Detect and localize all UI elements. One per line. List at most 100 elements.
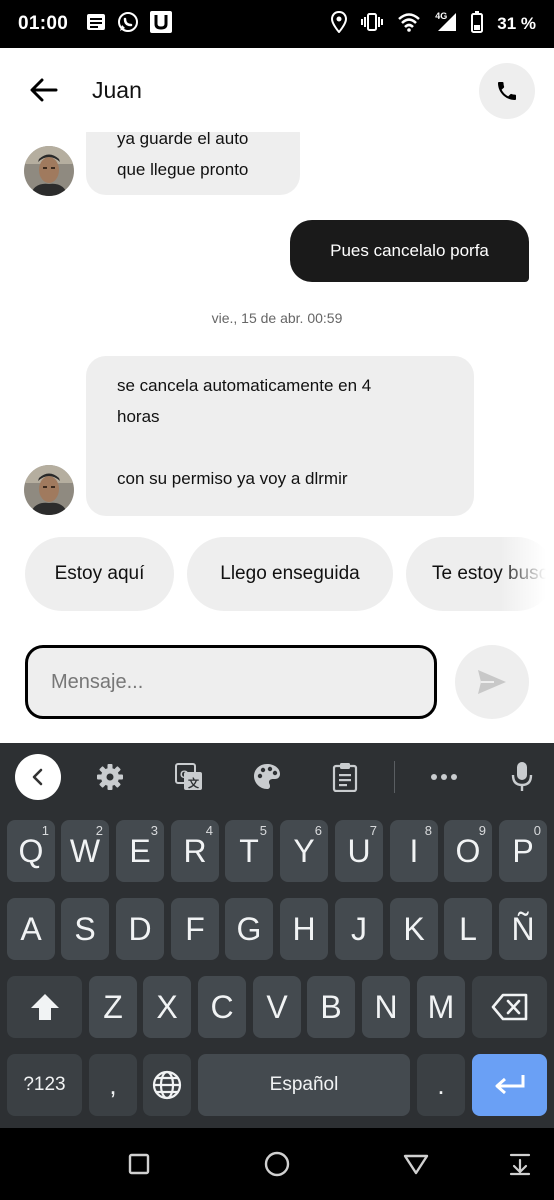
message-text: Pues cancelalo porfa xyxy=(330,241,489,260)
theme-button[interactable] xyxy=(243,753,291,801)
location-icon xyxy=(331,10,348,38)
vibrate-icon xyxy=(361,12,384,37)
avatar xyxy=(24,465,74,515)
back-button[interactable] xyxy=(20,66,68,114)
key-b[interactable]: B xyxy=(307,976,355,1038)
back-nav-button[interactable] xyxy=(396,1144,436,1184)
key-v[interactable]: V xyxy=(253,976,301,1038)
quick-reply-chip[interactable]: Llego enseguida xyxy=(187,537,393,611)
settings-icon xyxy=(97,764,123,790)
key-q[interactable]: Q1 xyxy=(7,820,55,882)
key-a[interactable]: A xyxy=(7,898,55,960)
key-g[interactable]: G xyxy=(225,898,273,960)
call-button[interactable] xyxy=(479,63,535,119)
key-f[interactable]: F xyxy=(171,898,219,960)
quick-reply-label: Estoy aquí xyxy=(54,563,145,584)
network-type: 4G xyxy=(435,11,448,21)
translate-button[interactable]: G文 xyxy=(165,753,213,801)
key-j[interactable]: J xyxy=(335,898,383,960)
key-k[interactable]: K xyxy=(390,898,438,960)
more-options-button[interactable] xyxy=(420,753,468,801)
keyboard: G文 Q1 W2 E3 R4 T5 Y6 U7 I8 O9 P0 A S D F… xyxy=(0,743,554,1128)
key-n[interactable]: N xyxy=(362,976,410,1038)
message-text: ya guarde el auto xyxy=(117,132,249,148)
chat-messages: ya guarde el auto que llegue pronto Pues… xyxy=(0,132,554,732)
notification-shade-button[interactable] xyxy=(500,1144,540,1184)
key-d[interactable]: D xyxy=(116,898,164,960)
recents-icon xyxy=(128,1153,150,1175)
key-enye[interactable]: Ñ xyxy=(499,898,547,960)
collapse-toolbar-button[interactable] xyxy=(15,754,61,800)
enter-icon xyxy=(495,1075,524,1095)
more-icon xyxy=(431,774,457,780)
microphone-icon xyxy=(511,762,533,791)
notification-down-icon xyxy=(509,1153,531,1176)
key-r[interactable]: R4 xyxy=(171,820,219,882)
quick-reply-chip[interactable]: Te estoy buscando xyxy=(406,537,554,611)
key-l[interactable]: L xyxy=(444,898,492,960)
space-key[interactable]: Español xyxy=(198,1054,410,1116)
translate-icon: G文 xyxy=(175,763,202,790)
phone-icon xyxy=(498,82,516,100)
send-icon xyxy=(478,670,506,694)
message-text: se cancela automaticamente en 4 xyxy=(117,376,372,395)
palette-icon xyxy=(254,764,280,789)
contact-name: Juan xyxy=(92,76,142,103)
send-button[interactable] xyxy=(455,645,529,719)
key-o[interactable]: O9 xyxy=(444,820,492,882)
key-i[interactable]: I8 xyxy=(390,820,438,882)
settings-button[interactable] xyxy=(86,753,134,801)
toolbar-divider xyxy=(394,761,395,793)
battery-percent: 31 % xyxy=(497,14,536,33)
keyboard-toolbar: G文 xyxy=(0,743,554,811)
message-text: con su permiso ya voy a dlrmir xyxy=(117,469,348,488)
key-y[interactable]: Y6 xyxy=(280,820,328,882)
chevron-left-icon xyxy=(32,768,43,786)
enter-key[interactable] xyxy=(472,1054,547,1116)
quick-reply-chip[interactable]: Estoy aquí xyxy=(25,537,174,611)
battery-icon xyxy=(471,10,484,38)
message-input[interactable] xyxy=(25,645,437,719)
key-x[interactable]: X xyxy=(143,976,191,1038)
status-time: 01:00 xyxy=(18,13,69,34)
message-timestamp: vie., 15 de abr. 00:59 xyxy=(211,310,343,326)
navigation-bar xyxy=(0,1128,554,1200)
incoming-message: se cancela automaticamente en 4 horas co… xyxy=(86,356,474,516)
key-z[interactable]: Z xyxy=(89,976,137,1038)
home-button[interactable] xyxy=(257,1144,297,1184)
whatsapp-icon xyxy=(117,11,139,38)
outgoing-message: Pues cancelalo porfa xyxy=(290,220,529,282)
shift-key[interactable] xyxy=(7,976,82,1038)
clipboard-button[interactable] xyxy=(321,753,369,801)
home-icon xyxy=(264,1151,290,1177)
period-key[interactable]: . xyxy=(417,1054,465,1116)
voice-input-button[interactable] xyxy=(498,753,546,801)
key-w[interactable]: W2 xyxy=(61,820,109,882)
avatar xyxy=(24,146,74,196)
chat-header: Juan xyxy=(0,48,554,132)
key-m[interactable]: M xyxy=(417,976,465,1038)
quick-reply-label: Llego enseguida xyxy=(220,563,360,584)
recents-button[interactable] xyxy=(119,1144,159,1184)
key-e[interactable]: E3 xyxy=(116,820,164,882)
backspace-key[interactable] xyxy=(472,976,547,1038)
uber-icon xyxy=(150,10,173,38)
arrow-left-icon xyxy=(30,78,58,102)
comma-key[interactable]: , xyxy=(89,1054,137,1116)
message-text: que llegue pronto xyxy=(117,160,249,179)
back-icon xyxy=(403,1154,429,1175)
symbols-key[interactable]: ?123 xyxy=(7,1054,82,1116)
key-s[interactable]: S xyxy=(61,898,109,960)
status-bar: 01:00 4G 31 % xyxy=(0,0,554,48)
language-key[interactable] xyxy=(143,1054,191,1116)
message-notification-icon xyxy=(86,13,106,36)
key-u[interactable]: U7 xyxy=(335,820,383,882)
quick-reply-label: Te estoy buscando xyxy=(432,563,554,584)
key-h[interactable]: H xyxy=(280,898,328,960)
shift-icon xyxy=(30,994,59,1020)
key-c[interactable]: C xyxy=(198,976,246,1038)
clipboard-icon xyxy=(332,763,358,792)
message-text: horas xyxy=(117,407,160,426)
key-p[interactable]: P0 xyxy=(499,820,547,882)
key-t[interactable]: T5 xyxy=(225,820,273,882)
